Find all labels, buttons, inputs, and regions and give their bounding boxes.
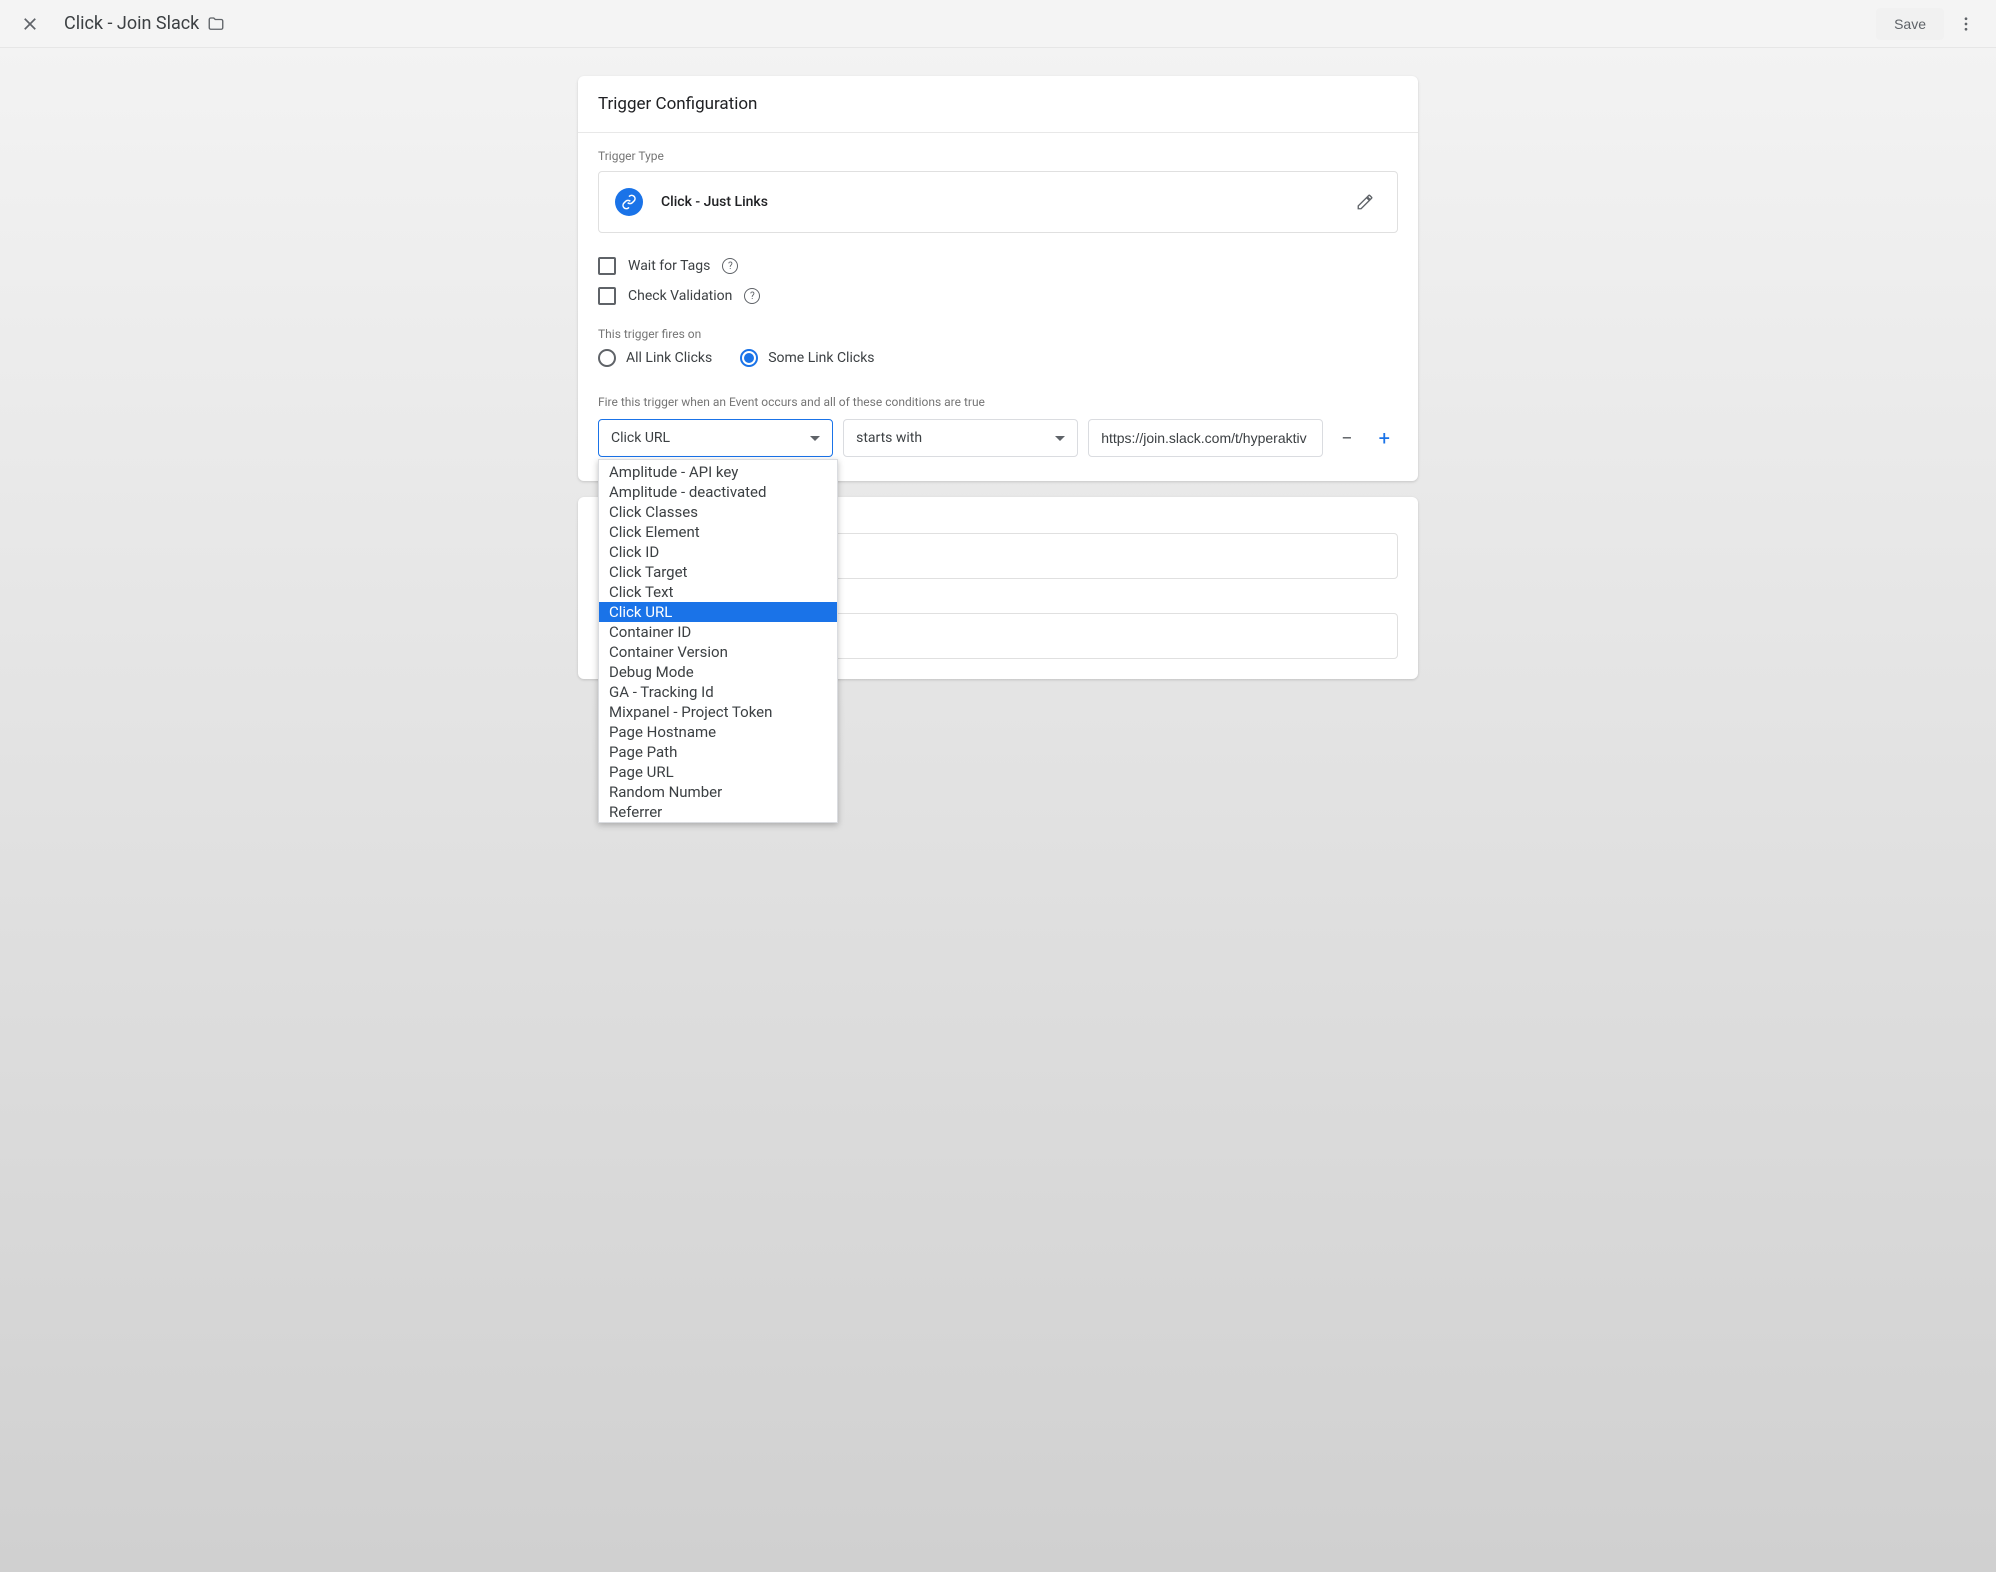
- dropdown-item[interactable]: Click Text: [599, 582, 837, 602]
- radio-some-link-clicks[interactable]: Some Link Clicks: [740, 349, 874, 367]
- trigger-type-label: Trigger Type: [598, 149, 1398, 163]
- dropdown-item[interactable]: Click Classes: [599, 502, 837, 522]
- close-button[interactable]: [12, 6, 48, 42]
- edit-trigger-type-button[interactable]: [1349, 186, 1381, 218]
- more-menu-button[interactable]: [1948, 6, 1984, 42]
- variable-select[interactable]: Click URL: [598, 419, 833, 457]
- dropdown-item[interactable]: Random Number: [599, 782, 837, 802]
- dropdown-item[interactable]: Page Path: [599, 742, 837, 762]
- chevron-down-icon: [1055, 436, 1065, 441]
- page-title-row: Click - Join Slack: [64, 13, 225, 34]
- fires-on-label: This trigger fires on: [598, 327, 1398, 341]
- dropdown-item[interactable]: Container Version: [599, 642, 837, 662]
- folder-icon[interactable]: [207, 15, 225, 33]
- condition-row: Click URL starts with − + Amplitude - AP…: [598, 419, 1398, 457]
- radio-some-label: Some Link Clicks: [768, 350, 874, 366]
- more-vert-icon: [1957, 15, 1975, 33]
- operator-select[interactable]: starts with: [843, 419, 1078, 457]
- operator-select-value: starts with: [856, 430, 922, 446]
- check-validation-label: Check Validation: [628, 288, 732, 304]
- pencil-icon: [1356, 193, 1374, 211]
- dropdown-item[interactable]: Click Element: [599, 522, 837, 542]
- trigger-configuration-card: Trigger Configuration Trigger Type Click…: [578, 76, 1418, 481]
- condition-help-label: Fire this trigger when an Event occurs a…: [598, 395, 1398, 409]
- dropdown-item[interactable]: Click ID: [599, 542, 837, 562]
- check-validation-row: Check Validation ?: [598, 287, 1398, 305]
- help-icon[interactable]: ?: [722, 258, 738, 274]
- close-icon: [21, 15, 39, 33]
- fires-on-radio-group: All Link Clicks Some Link Clicks: [598, 349, 1398, 367]
- wait-for-tags-row: Wait for Tags ?: [598, 257, 1398, 275]
- help-icon[interactable]: ?: [744, 288, 760, 304]
- dropdown-item[interactable]: Referrer: [599, 802, 837, 822]
- dropdown-item[interactable]: Click URL: [599, 602, 837, 622]
- chevron-down-icon: [810, 436, 820, 441]
- dropdown-item[interactable]: GA - Tracking Id: [599, 682, 837, 702]
- radio-all-label: All Link Clicks: [626, 350, 712, 366]
- dropdown-item[interactable]: Amplitude - deactivated: [599, 482, 837, 502]
- app-header: Click - Join Slack Save: [0, 0, 1996, 48]
- dropdown-item[interactable]: Page URL: [599, 762, 837, 782]
- dropdown-item[interactable]: Page Hostname: [599, 722, 837, 742]
- condition-value-input[interactable]: [1088, 419, 1323, 457]
- dropdown-item[interactable]: Debug Mode: [599, 662, 837, 682]
- radio-icon: [598, 349, 616, 367]
- dropdown-item[interactable]: Click Target: [599, 562, 837, 582]
- trigger-config-body: Trigger Type Click - Just Links Wait for…: [578, 133, 1418, 481]
- radio-all-link-clicks[interactable]: All Link Clicks: [598, 349, 712, 367]
- link-icon: [615, 188, 643, 216]
- wait-for-tags-label: Wait for Tags: [628, 258, 710, 274]
- page-title: Click - Join Slack: [64, 13, 199, 34]
- trigger-config-title: Trigger Configuration: [578, 76, 1418, 133]
- add-condition-button[interactable]: +: [1371, 424, 1398, 452]
- page-body: Trigger Configuration Trigger Type Click…: [0, 48, 1996, 719]
- trigger-type-row[interactable]: Click - Just Links: [598, 171, 1398, 233]
- dropdown-item[interactable]: Container ID: [599, 622, 837, 642]
- variable-dropdown[interactable]: Amplitude - API keyAmplitude - deactivat…: [598, 459, 838, 823]
- trigger-type-name: Click - Just Links: [661, 194, 1331, 210]
- remove-condition-button[interactable]: −: [1333, 424, 1360, 452]
- variable-select-value: Click URL: [611, 430, 670, 446]
- radio-icon: [740, 349, 758, 367]
- dropdown-item[interactable]: Amplitude - API key: [599, 462, 837, 482]
- check-validation-checkbox[interactable]: [598, 287, 616, 305]
- wait-for-tags-checkbox[interactable]: [598, 257, 616, 275]
- save-button[interactable]: Save: [1876, 8, 1944, 40]
- dropdown-item[interactable]: Mixpanel - Project Token: [599, 702, 837, 722]
- header-actions: Save: [1876, 6, 1984, 42]
